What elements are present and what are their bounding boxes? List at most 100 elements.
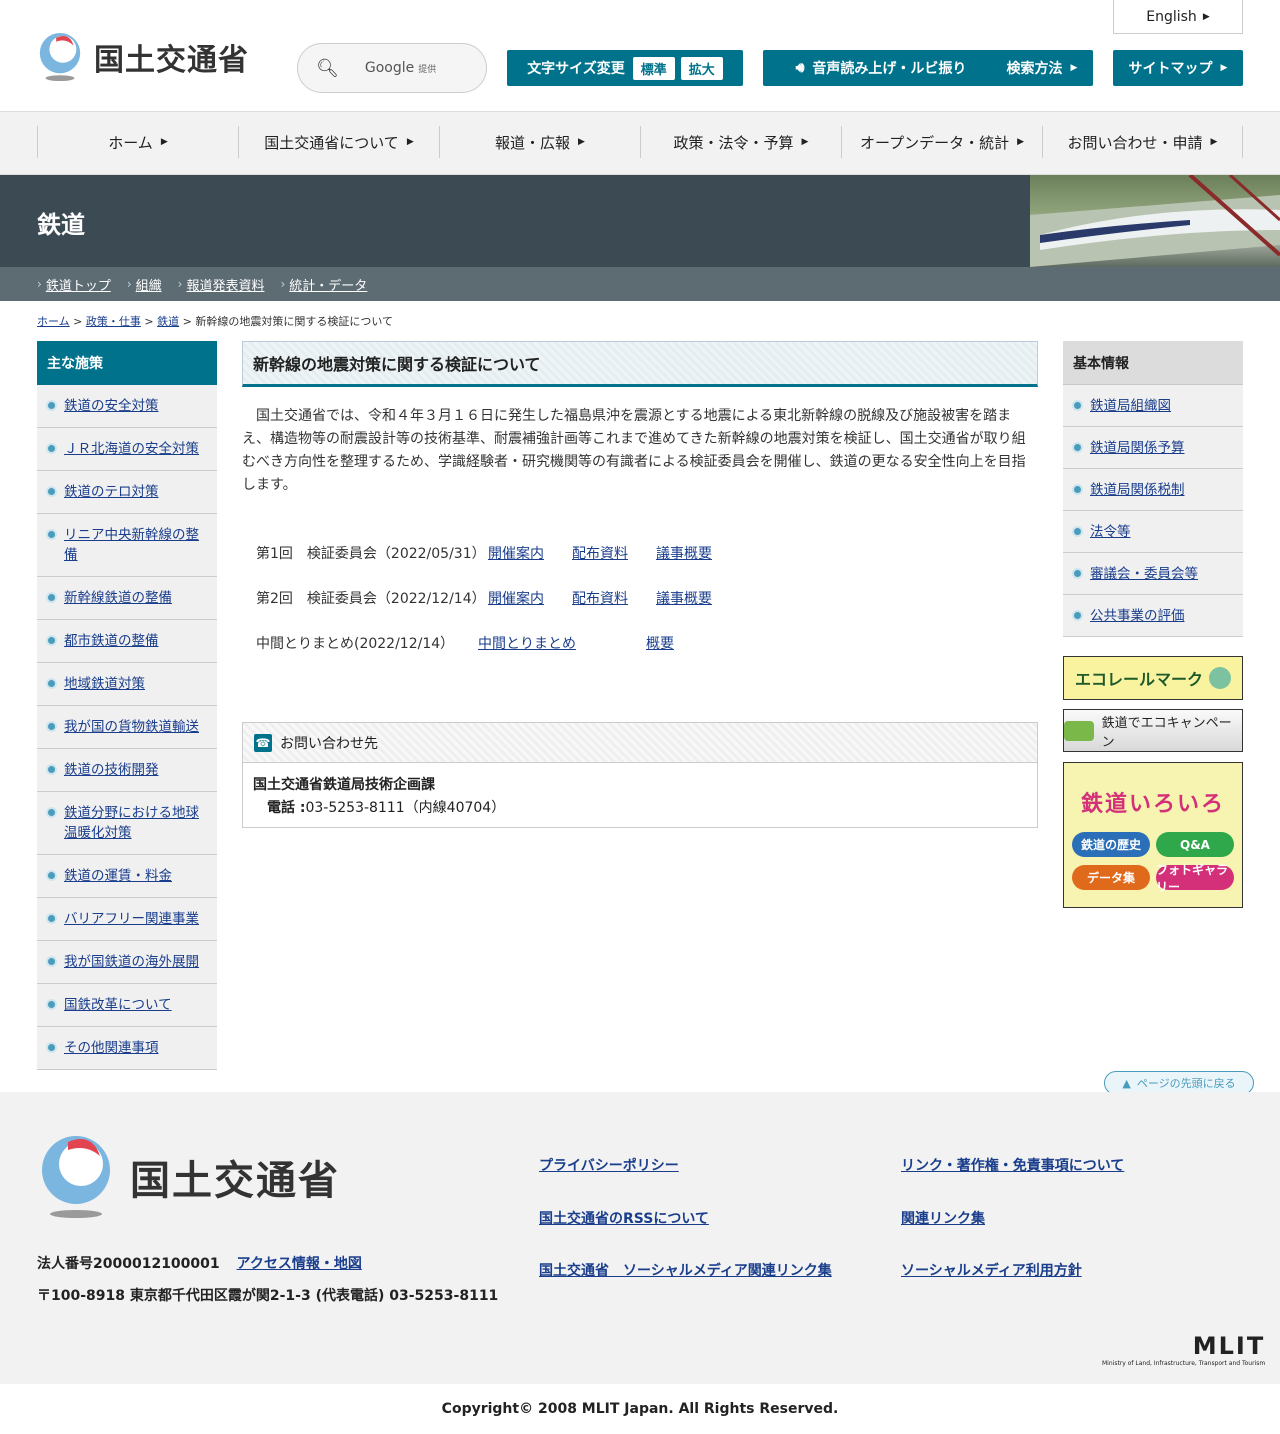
contact-tel-row: 電話 :03-5253-8111（内線40704） bbox=[253, 797, 1027, 820]
lside-link[interactable]: 鉄道の安全対策 bbox=[64, 398, 159, 414]
breadcrumb-railway[interactable]: 鉄道 bbox=[157, 315, 179, 328]
railway-iroiro-banner[interactable]: 鉄道いろいろ 鉄道の歴史 Q&A データ集 フォトギャラリー bbox=[1063, 762, 1243, 908]
mlit-logo-icon bbox=[42, 1136, 110, 1218]
lside-link[interactable]: 都市鉄道の整備 bbox=[64, 633, 159, 649]
lside-link[interactable]: リニア中央新幹線の整備 bbox=[64, 527, 199, 563]
bullet-icon bbox=[1072, 484, 1083, 495]
subnav-statistics[interactable]: 統計・データ bbox=[289, 275, 367, 294]
page-title: 新幹線の地震対策に関する検証について bbox=[242, 341, 1038, 387]
gnav-item-press[interactable]: 報道・広報 ▶ bbox=[439, 126, 640, 158]
meeting-materials-link[interactable]: 配布資料 bbox=[572, 543, 628, 563]
corp-number: 法人番号2000012100001 bbox=[37, 1256, 220, 1272]
search-method-label: 検索方法 bbox=[1006, 61, 1063, 77]
site-name: 国土交通省 bbox=[94, 43, 249, 78]
globe-icon bbox=[1209, 667, 1231, 689]
summary-link[interactable]: 概要 bbox=[646, 633, 674, 653]
meeting-row-2: 第2回 検証委員会（2022/12/14） 開催案内 配布資料 議事概要 bbox=[256, 588, 956, 608]
social-media-links-link[interactable]: 国土交通省 ソーシャルメディア関連リンク集 bbox=[539, 1260, 832, 1280]
search-box[interactable]: 🔍︎ Google 提供 bbox=[297, 43, 487, 93]
eco-rail-label: エコレールマーク bbox=[1074, 670, 1203, 689]
breadcrumb: ホーム > 政策・仕事 > 鉄道 > 新幹線の地震対策に関する検証について bbox=[37, 313, 393, 329]
lside-link[interactable]: 国鉄改革について bbox=[64, 997, 172, 1013]
lside-link[interactable]: 鉄道分野における地球温暖化対策 bbox=[64, 805, 199, 841]
social-media-policy-link[interactable]: ソーシャルメディア利用方針 bbox=[901, 1260, 1082, 1280]
railway-iroiro-title: 鉄道いろいろ bbox=[1080, 792, 1225, 817]
bullet-icon bbox=[46, 400, 57, 411]
lside-link[interactable]: 鉄道のテロ対策 bbox=[64, 484, 159, 500]
lside-item: 鉄道分野における地球温暖化対策 bbox=[37, 792, 217, 855]
lside-link[interactable]: ＪＲ北海道の安全対策 bbox=[64, 441, 199, 457]
gnav-item-home[interactable]: ホーム ▶ bbox=[37, 126, 238, 158]
meeting-notice-link[interactable]: 開催案内 bbox=[488, 588, 544, 608]
lside-link[interactable]: その他関連事項 bbox=[64, 1040, 159, 1056]
access-map-link[interactable]: アクセス情報・地図 bbox=[237, 1256, 362, 1272]
breadcrumb-separator: > bbox=[144, 315, 154, 328]
phone-icon: ☎ bbox=[254, 733, 272, 752]
gnav-item-policy[interactable]: 政策・法令・予算 ▶ bbox=[640, 126, 841, 158]
railway-iroiro-buttons: 鉄道の歴史 Q&A データ集 フォトギャラリー bbox=[1072, 832, 1234, 894]
rside-item: 審議会・委員会等 bbox=[1063, 553, 1243, 595]
voice-ruby-button[interactable]: 🔊︎ 音声読み上げ・ルビ振り bbox=[763, 50, 999, 86]
lside-link[interactable]: 新幹線鉄道の整備 bbox=[64, 590, 172, 606]
qa-button[interactable]: Q&A bbox=[1156, 832, 1234, 857]
meeting-notice-link[interactable]: 開催案内 bbox=[488, 543, 544, 563]
bullet-icon bbox=[46, 721, 57, 732]
mlit-logo: MLIT Ministry of Land, Infrastructure, T… bbox=[1102, 1332, 1265, 1367]
rside-link[interactable]: 法令等 bbox=[1090, 524, 1131, 540]
lside-link[interactable]: 地域鉄道対策 bbox=[64, 676, 145, 692]
lside-link[interactable]: 我が国の貨物鉄道輸送 bbox=[64, 719, 199, 735]
subnav-railway-top[interactable]: 鉄道トップ bbox=[46, 275, 111, 294]
eco-rail-mark-banner[interactable]: エコレールマーク bbox=[1063, 656, 1243, 700]
search-method-button[interactable]: 検索方法 ▶ bbox=[991, 50, 1093, 86]
related-links-link[interactable]: 関連リンク集 bbox=[901, 1208, 985, 1228]
copyright-disclaimer-link[interactable]: リンク・著作権・免責事項について bbox=[901, 1155, 1124, 1175]
lside-link[interactable]: 鉄道の運賃・料金 bbox=[64, 868, 172, 884]
subnav-organization[interactable]: 組織 bbox=[136, 275, 162, 294]
bullet-icon bbox=[1072, 526, 1083, 537]
eco-campaign-banner[interactable]: 鉄道でエコキャンペーン bbox=[1063, 709, 1243, 752]
interim-report-link[interactable]: 中間とりまとめ bbox=[478, 633, 576, 653]
site-logo[interactable]: 国土交通省 bbox=[36, 32, 249, 82]
font-size-large-button[interactable]: 拡大 bbox=[680, 56, 723, 80]
gnav-item-opendata[interactable]: オープンデータ・統計 ▶ bbox=[841, 126, 1042, 158]
rside-link[interactable]: 審議会・委員会等 bbox=[1090, 566, 1198, 582]
meeting-minutes-link[interactable]: 議事概要 bbox=[656, 588, 712, 608]
meeting-minutes-link[interactable]: 議事概要 bbox=[656, 543, 712, 563]
meeting-materials-link[interactable]: 配布資料 bbox=[572, 588, 628, 608]
search-icon[interactable]: 🔍︎ bbox=[316, 58, 339, 79]
gnav-item-about[interactable]: 国土交通省について ▶ bbox=[238, 126, 439, 158]
bullet-icon bbox=[46, 486, 57, 497]
english-label: English bbox=[1146, 8, 1197, 25]
data-collection-button[interactable]: データ集 bbox=[1072, 865, 1150, 890]
lside-link[interactable]: バリアフリー関連事業 bbox=[64, 911, 199, 927]
global-nav: ホーム ▶ 国土交通省について ▶ 報道・広報 ▶ 政策・法令・予算 ▶ オープンデータ… bbox=[0, 112, 1280, 175]
rside-link[interactable]: 鉄道局組織図 bbox=[1090, 398, 1171, 414]
gnav-item-contact[interactable]: お問い合わせ・申請 ▶ bbox=[1042, 126, 1243, 158]
meeting-row-1: 第1回 検証委員会（2022/05/31） 開催案内 配布資料 議事概要 bbox=[256, 543, 956, 563]
chevron-right-icon: › bbox=[280, 277, 286, 291]
photo-gallery-button[interactable]: フォトギャラリー bbox=[1156, 863, 1234, 894]
chevron-right-icon: › bbox=[37, 277, 42, 291]
rside-link[interactable]: 鉄道局関係予算 bbox=[1090, 440, 1185, 456]
contact-tel-label: 電話 : bbox=[267, 800, 306, 816]
footer-logo[interactable]: 国土交通省 bbox=[38, 1134, 340, 1220]
privacy-policy-link[interactable]: プライバシーポリシー bbox=[539, 1155, 679, 1175]
font-size-standard-button[interactable]: 標準 bbox=[632, 56, 675, 80]
lside-link[interactable]: 鉄道の技術開発 bbox=[64, 762, 159, 778]
rside-link[interactable]: 公共事業の評価 bbox=[1090, 608, 1185, 624]
gnav-label: 報道・広報 bbox=[495, 133, 571, 152]
subnav-press-releases[interactable]: 報道発表資料 bbox=[186, 275, 264, 294]
chevron-right-icon: › bbox=[126, 277, 132, 291]
sitemap-button[interactable]: サイトマップ ▶ bbox=[1113, 50, 1243, 86]
breadcrumb-policy[interactable]: 政策・仕事 bbox=[86, 315, 141, 328]
lside-item: 新幹線鉄道の整備 bbox=[37, 577, 217, 620]
rside-link[interactable]: 鉄道局関係税制 bbox=[1090, 482, 1185, 498]
bullet-icon bbox=[46, 678, 57, 689]
lside-link[interactable]: 我が国鉄道の海外展開 bbox=[64, 954, 199, 970]
breadcrumb-home[interactable]: ホーム bbox=[37, 315, 70, 328]
railway-history-button[interactable]: 鉄道の歴史 bbox=[1072, 832, 1150, 857]
english-button[interactable]: English ▶ bbox=[1113, 0, 1243, 34]
rss-link[interactable]: 国土交通省のRSSについて bbox=[539, 1208, 709, 1228]
bullet-icon bbox=[46, 999, 57, 1010]
bullet-icon bbox=[1072, 442, 1083, 453]
